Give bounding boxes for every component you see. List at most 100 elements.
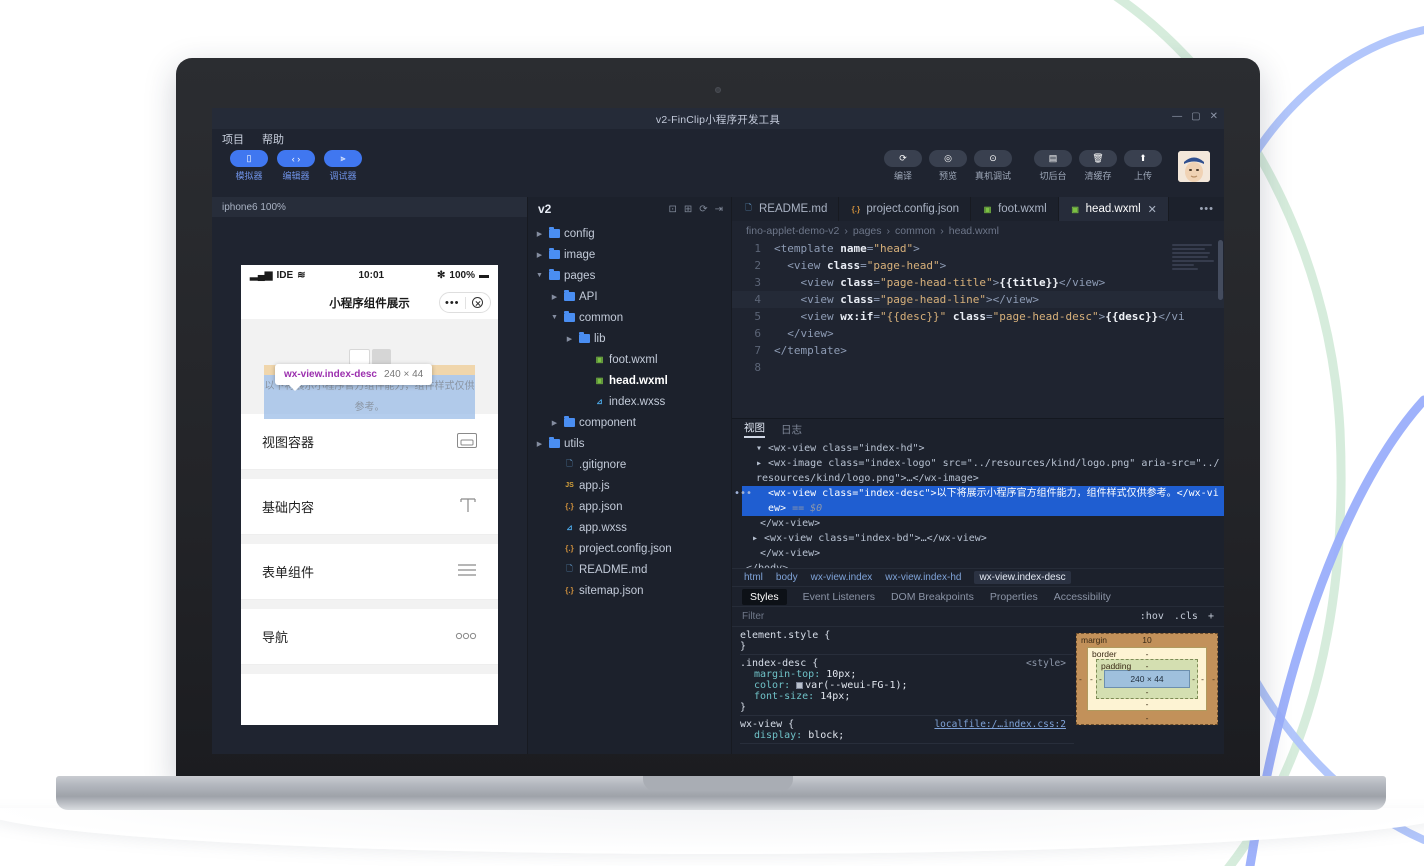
tree-item-app-json[interactable]: {.}app.json xyxy=(528,496,731,517)
tree-item-README-md[interactable]: 🗋README.md xyxy=(528,559,731,580)
tree-item-app-wxss[interactable]: ⊿app.wxss xyxy=(528,517,731,538)
style-rule-source[interactable]: localfile:/…index.css:2 xyxy=(934,719,1066,730)
color-swatch[interactable] xyxy=(796,682,803,689)
devtools-tab-view[interactable]: 视图 xyxy=(744,420,765,438)
styles-filter-input[interactable]: Filter xyxy=(742,611,1130,622)
capsule-more-icon[interactable]: ••• xyxy=(440,297,465,309)
toolbar-background-button[interactable]: ▤ 切后台 xyxy=(1034,150,1072,182)
style-rule[interactable]: .index-desc {<style>margin-top: 10px;col… xyxy=(740,658,1074,716)
tree-item-project-config-json[interactable]: {.}project.config.json xyxy=(528,538,731,559)
editor-minimap[interactable] xyxy=(1172,244,1216,272)
styles-tab-styles[interactable]: Styles xyxy=(742,589,787,605)
tree-item-sitemap-json[interactable]: {.}sitemap.json xyxy=(528,580,731,601)
simulator-device-bar[interactable]: iphone6 100% xyxy=(212,197,527,217)
breadcrumb-item[interactable]: pages xyxy=(853,225,882,237)
menu-item-project[interactable]: 项目 xyxy=(222,131,244,147)
toolbar-compile-button[interactable]: ⟳ 编译 xyxy=(884,150,922,182)
list-item[interactable]: 表单组件 xyxy=(241,544,498,600)
tree-item--gitignore[interactable]: 🗋.gitignore xyxy=(528,454,731,475)
devtools-tab-log[interactable]: 日志 xyxy=(781,422,802,437)
chevron-right-icon[interactable]: ▶ xyxy=(534,440,545,448)
cls-toggle[interactable]: .cls xyxy=(1174,611,1198,622)
toolbar-simulator-button[interactable]: ▯ 模拟器 xyxy=(230,150,268,182)
editor-tab-foot-wxml[interactable]: ▣foot.wxml xyxy=(971,197,1059,221)
style-declaration[interactable]: display: block; xyxy=(740,730,1074,741)
tree-item-API[interactable]: ▶API xyxy=(528,286,731,307)
list-item[interactable]: 视图容器 xyxy=(241,414,498,470)
new-folder-icon[interactable]: ⊞ xyxy=(684,204,692,215)
dom-overflow-icon[interactable]: ••• xyxy=(734,486,752,501)
breadcrumb-item[interactable]: head.wxml xyxy=(949,225,999,237)
capsule-close-icon[interactable] xyxy=(466,297,491,308)
editor-scrollbar[interactable] xyxy=(1218,240,1223,300)
maximize-icon[interactable]: ▢ xyxy=(1191,111,1200,123)
phone-capsule[interactable]: ••• xyxy=(439,292,491,313)
dom-tree[interactable]: ▾ <wx-view class="index-hd">▸ <wx-image … xyxy=(732,439,1224,568)
dom-node[interactable]: ▸ <wx-view class="index-bd">…</wx-view> xyxy=(742,531,1224,546)
dom-node[interactable]: ▾ <wx-view class="index-hd"> xyxy=(742,441,1224,456)
chevron-right-icon[interactable]: ▶ xyxy=(534,230,545,238)
tree-item-index-wxss[interactable]: ⊿index.wxss xyxy=(528,391,731,412)
tree-item-foot-wxml[interactable]: ▣foot.wxml xyxy=(528,349,731,370)
style-declaration[interactable]: font-size: 14px; xyxy=(740,691,1074,702)
dom-node[interactable]: </wx-view> xyxy=(742,546,1224,561)
list-item[interactable] xyxy=(241,674,498,725)
tree-item-component[interactable]: ▶component xyxy=(528,412,731,433)
hov-toggle[interactable]: :hov xyxy=(1140,611,1164,622)
user-avatar[interactable] xyxy=(1178,151,1210,182)
style-rule[interactable]: wx-view {localfile:/…index.css:2display:… xyxy=(740,719,1074,744)
tab-close-icon[interactable]: ✕ xyxy=(1148,203,1157,216)
toolbar-clear-cache-button[interactable]: 🗑 清缓存 xyxy=(1079,150,1117,182)
close-icon[interactable]: ✕ xyxy=(1210,111,1218,123)
dom-node[interactable]: </wx-view> xyxy=(742,516,1224,531)
chevron-right-icon[interactable]: ▶ xyxy=(564,335,575,343)
menu-item-help[interactable]: 帮助 xyxy=(262,131,284,147)
dom-breadcrumb-item[interactable]: body xyxy=(776,572,798,583)
new-file-icon[interactable]: ⊡ xyxy=(668,204,676,215)
chevron-right-icon[interactable]: ▶ xyxy=(534,251,545,259)
list-item[interactable]: 导航 xyxy=(241,609,498,665)
tree-item-config[interactable]: ▶config xyxy=(528,223,731,244)
list-item[interactable]: 基础内容 xyxy=(241,479,498,535)
tree-item-image[interactable]: ▶image xyxy=(528,244,731,265)
refresh-icon[interactable]: ⟳ xyxy=(699,204,707,215)
style-rule[interactable]: element.style {} xyxy=(740,630,1074,655)
dom-breadcrumb-item[interactable]: wx-view.index-hd xyxy=(885,572,961,583)
tree-item-app-js[interactable]: JSapp.js xyxy=(528,475,731,496)
tree-item-head-wxml[interactable]: ▣head.wxml xyxy=(528,370,731,391)
tree-item-lib[interactable]: ▶lib xyxy=(528,328,731,349)
breadcrumb-item[interactable]: fino-applet-demo-v2 xyxy=(746,225,839,237)
editor-tab-project-config-json[interactable]: {.}project.config.json xyxy=(839,197,971,221)
styles-rules[interactable]: element.style {} .index-desc {<style>marg… xyxy=(732,627,1074,754)
box-model-diagram[interactable]: margin 10 - - - border - - - xyxy=(1074,627,1224,754)
tree-item-utils[interactable]: ▶utils xyxy=(528,433,731,454)
chevron-down-icon[interactable]: ▼ xyxy=(549,314,560,321)
toolbar-upload-button[interactable]: ⬆ 上传 xyxy=(1124,150,1162,182)
dom-node-selected[interactable]: •••<wx-view class="index-desc">以下将展示小程序官… xyxy=(742,486,1224,516)
chevron-right-icon[interactable]: ▶ xyxy=(549,419,560,427)
editor-tab-README-md[interactable]: 🗋README.md xyxy=(732,197,839,221)
toolbar-debugger-button[interactable]: ⫸ 调试器 xyxy=(324,150,362,182)
editor-tab-head-wxml[interactable]: ▣head.wxml✕ xyxy=(1059,197,1169,221)
chevron-right-icon[interactable]: ▶ xyxy=(549,293,560,301)
styles-tab-properties[interactable]: Properties xyxy=(990,591,1038,603)
styles-tab-accessibility[interactable]: Accessibility xyxy=(1054,591,1111,603)
style-rule-source[interactable]: <style> xyxy=(1026,658,1066,669)
dom-node[interactable]: </body> xyxy=(742,561,1224,568)
style-declaration[interactable]: margin-top: 10px; xyxy=(740,669,1074,680)
code-editor[interactable]: 1<template name="head">2 <view class="pa… xyxy=(732,240,1224,418)
toolbar-device-debug-button[interactable]: ⊙ 真机调试 xyxy=(974,150,1012,182)
tree-item-common[interactable]: ▼common xyxy=(528,307,731,328)
new-style-rule-button[interactable]: + xyxy=(1208,611,1214,622)
toolbar-preview-button[interactable]: ◎ 预览 xyxy=(929,150,967,182)
styles-tab-event-listeners[interactable]: Event Listeners xyxy=(803,591,875,603)
collapse-all-icon[interactable]: ⇥ xyxy=(715,204,723,215)
breadcrumb-item[interactable]: common xyxy=(895,225,935,237)
style-declaration[interactable]: color: var(--weui-FG-1); xyxy=(740,680,1074,691)
dom-breadcrumb-item[interactable]: wx-view.index-desc xyxy=(974,571,1070,584)
toolbar-editor-button[interactable]: ‹ › 编辑器 xyxy=(277,150,315,182)
dom-node[interactable]: ▸ <wx-image class="index-logo" src="../r… xyxy=(742,456,1224,486)
dom-breadcrumb-item[interactable]: html xyxy=(744,572,763,583)
editor-tab-overflow-button[interactable]: ••• xyxy=(1189,197,1224,221)
styles-tab-dom-breakpoints[interactable]: DOM Breakpoints xyxy=(891,591,974,603)
